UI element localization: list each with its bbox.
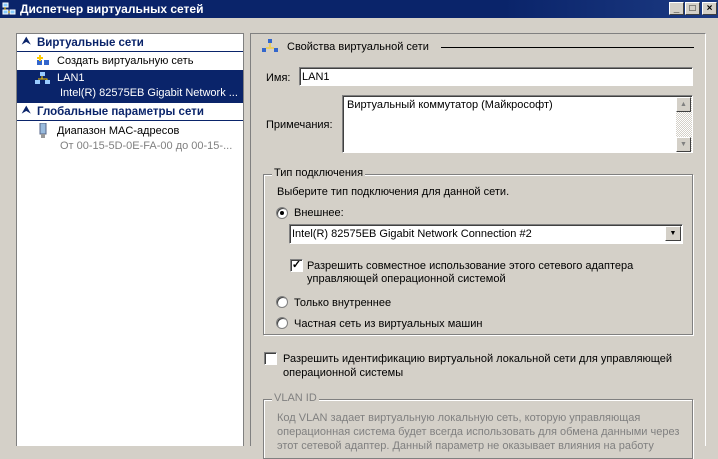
section-divider xyxy=(441,47,694,48)
vlan-enable-label: Разрешить идентификацию виртуальной лока… xyxy=(283,353,672,365)
collapse-chevron-icon[interactable]: ⮝ xyxy=(22,105,31,116)
connection-prompt: Выберите тип подключения для данной сети… xyxy=(277,186,510,198)
create-network-item[interactable]: Создать виртуальную сеть xyxy=(17,53,243,70)
notes-label: Примечания: xyxy=(266,119,333,131)
notes-textarea[interactable]: Виртуальный коммутатор (Майкрософт) ▲ ▼ xyxy=(342,95,693,153)
internal-label: Только внутреннее xyxy=(294,297,392,309)
connection-type-group: Тип подключения Выберите тип подключения… xyxy=(263,167,693,335)
name-input[interactable] xyxy=(299,67,693,86)
allow-share-checkbox[interactable]: ✓ xyxy=(290,259,303,272)
mac-range-item[interactable]: Диапазон MAC-адресов От 00-15-5D-0E-FA-0… xyxy=(17,122,243,155)
adapter-select-value: Intel(R) 82575EB Gigabit Network Connect… xyxy=(292,228,532,240)
allow-share-label: Разрешить совместное использование этого… xyxy=(307,260,634,272)
vlan-enable-label-line2: операционной системы xyxy=(283,367,404,379)
properties-pane: Свойства виртуальной сети Имя: Примечани… xyxy=(250,33,706,459)
external-label: Внешнее: xyxy=(294,207,344,219)
name-label: Имя: xyxy=(266,72,291,84)
internal-radio[interactable] xyxy=(276,296,288,308)
network-properties-icon xyxy=(262,39,278,53)
create-network-label: Создать виртуальную сеть xyxy=(57,55,194,67)
mac-range-label: Диапазон MAC-адресов xyxy=(57,125,180,137)
dropdown-arrow-icon[interactable]: ▼ xyxy=(665,226,681,241)
close-button[interactable]: × xyxy=(702,2,717,15)
vlan-enable-checkbox[interactable] xyxy=(264,352,277,365)
mac-range-value: От 00-15-5D-0E-FA-00 до 00-15-... xyxy=(60,140,233,152)
header-label: Виртуальные сети xyxy=(37,37,144,49)
global-settings-header[interactable]: ⮝ Глобальные параметры сети xyxy=(17,104,243,121)
notes-scrollbar[interactable]: ▲ ▼ xyxy=(676,97,692,152)
vlan-id-legend: VLAN ID xyxy=(272,392,319,404)
vlan-description-line3: этот сетевой адаптер. Данный параметр не… xyxy=(277,440,654,452)
network-adapter: Intel(R) 82575EB Gigabit Network ... xyxy=(60,87,238,99)
adapter-select[interactable]: Intel(R) 82575EB Gigabit Network Connect… xyxy=(289,224,683,244)
external-radio[interactable] xyxy=(276,207,288,219)
maximize-button[interactable]: □ xyxy=(685,2,700,15)
private-radio[interactable] xyxy=(276,317,288,329)
minimize-button[interactable]: _ xyxy=(669,2,684,15)
network-name: LAN1 xyxy=(57,72,85,84)
notes-text: Виртуальный коммутатор (Майкрософт) xyxy=(347,99,553,111)
vlan-description: Код VLAN задает виртуальную локальную се… xyxy=(277,412,641,424)
network-item-lan1[interactable]: LAN1 Intel(R) 82575EB Gigabit Network ..… xyxy=(17,70,243,103)
adapter-icon xyxy=(38,122,54,138)
window-title: Диспетчер виртуальных сетей xyxy=(20,2,204,16)
allow-share-label-line2: управляющей операционной системой xyxy=(307,273,506,285)
scroll-down-button[interactable]: ▼ xyxy=(676,137,691,152)
header-label: Глобальные параметры сети xyxy=(37,106,204,118)
add-network-icon xyxy=(35,54,51,68)
collapse-chevron-icon[interactable]: ⮝ xyxy=(22,36,31,47)
virtual-networks-header[interactable]: ⮝ Виртуальные сети xyxy=(17,35,243,52)
network-manager-icon xyxy=(2,2,16,16)
network-icon xyxy=(35,72,51,86)
vlan-description-line2: операционная система будет всегда исполь… xyxy=(277,426,680,438)
title-bar: Диспетчер виртуальных сетей _ □ × xyxy=(0,0,718,18)
section-title: Свойства виртуальной сети xyxy=(287,41,429,53)
connection-type-legend: Тип подключения xyxy=(272,167,366,179)
private-label: Частная сеть из виртуальных машин xyxy=(294,318,483,330)
navigation-pane: ⮝ Виртуальные сети Создать виртуальную с… xyxy=(16,33,244,446)
vlan-id-group: VLAN ID Код VLAN задает виртуальную лока… xyxy=(263,392,693,459)
scroll-up-button[interactable]: ▲ xyxy=(676,97,691,112)
